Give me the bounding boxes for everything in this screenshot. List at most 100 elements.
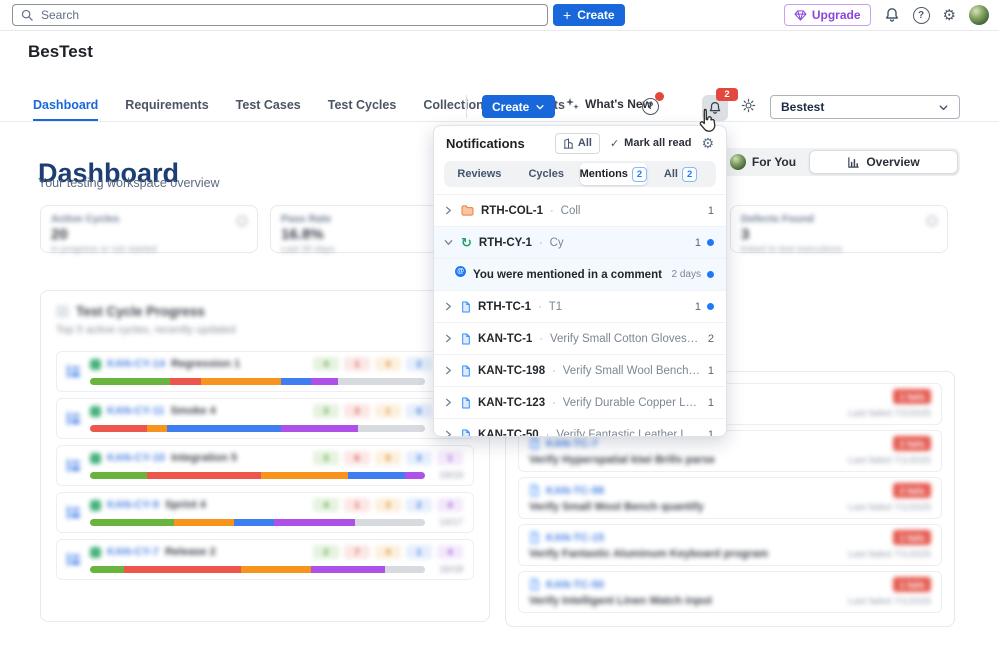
- upgrade-button[interactable]: Upgrade: [784, 4, 871, 26]
- view-toggle: For You Overview: [715, 148, 960, 176]
- failure-row[interactable]: KAN-TC-15 1 fails Verify Fantastic Alumi…: [518, 524, 942, 566]
- cycle-name: Smoke 4: [170, 405, 215, 417]
- mention-notification[interactable]: @ You were mentioned in a comment 2 days: [434, 259, 726, 291]
- chevron-right-icon[interactable]: [444, 334, 454, 343]
- chevron-right-icon[interactable]: [444, 366, 454, 375]
- cycle-icon: [65, 551, 82, 568]
- mark-all-read-button[interactable]: ✓ Mark all read: [610, 137, 691, 150]
- bell-icon[interactable]: [884, 7, 900, 23]
- failure-row[interactable]: KAN-TC-50 1 fails Verify Intelligent Lin…: [518, 571, 942, 613]
- cycle-progress-bar: [90, 425, 425, 432]
- nav-divider: [466, 95, 467, 118]
- plus-icon: +: [563, 8, 571, 22]
- chevron-right-icon[interactable]: [444, 302, 454, 311]
- help-icon[interactable]: ?: [913, 7, 930, 24]
- cycle-name: Release 2: [165, 546, 216, 558]
- chevron-right-icon[interactable]: [444, 398, 454, 407]
- test-case-key-link[interactable]: KAN-TC-98: [546, 485, 604, 497]
- fail-count-badge: 2 fails: [893, 483, 931, 498]
- notif-tab-reviews[interactable]: Reviews: [446, 163, 513, 185]
- cycle-row[interactable]: KAN-CY-7 Release 2 27414 16/18: [56, 539, 474, 580]
- user-avatar[interactable]: [969, 5, 989, 25]
- all-count-chip: 2: [682, 167, 697, 182]
- cycle-status-icon: [90, 453, 101, 464]
- tab-dashboard[interactable]: Dashboard: [33, 92, 98, 121]
- theme-sun-icon[interactable]: [741, 98, 756, 113]
- notif-tab-all[interactable]: All 2: [647, 163, 714, 185]
- notif-tab-mentions[interactable]: Mentions 2: [580, 163, 648, 185]
- cycle-key-link[interactable]: KAN-CY-11: [107, 405, 164, 417]
- failure-row[interactable]: KAN-TC-98 2 fails Verify Small Wool Benc…: [518, 477, 942, 519]
- stat-card[interactable]: Active Cycles 20 in progress or not star…: [40, 205, 258, 253]
- search-icon: [21, 9, 33, 21]
- tab-collections[interactable]: Collections: [423, 92, 490, 121]
- whats-new-button[interactable]: What's New: [565, 97, 652, 111]
- cycle-name: Integration 5: [171, 452, 237, 464]
- notification-count: 1: [708, 365, 714, 377]
- test-case-key-link[interactable]: KAN-TC-50: [546, 579, 604, 591]
- test-case-key-link[interactable]: KAN-TC-15: [546, 532, 604, 544]
- cycle-rows: KAN-CY-14 Regression 1 41421 13/18 KAN-C…: [56, 351, 474, 580]
- test-case-title: Verify Small Wool Bench quantify: [529, 501, 704, 513]
- fail-count-badge: 2 fails: [893, 436, 931, 451]
- search-input[interactable]: [39, 7, 539, 23]
- test-case-title: Verify Fantastic Aluminum Keyboard progr…: [529, 548, 768, 560]
- chevron-right-icon[interactable]: [444, 430, 454, 437]
- upgrade-label: Upgrade: [812, 8, 861, 22]
- cycle-status-icon: [90, 547, 101, 558]
- for-you-avatar: [730, 154, 746, 170]
- nav-create-label: Create: [492, 100, 529, 114]
- cycle-status-icon: [90, 500, 101, 511]
- last-failed-date: Last failed 7/1/2025: [848, 502, 931, 513]
- overview-toggle[interactable]: Overview: [809, 150, 958, 174]
- notification-row[interactable]: KAN-TC-123 · Verify Durable Copper Lamp …: [434, 387, 726, 419]
- cycle-row[interactable]: KAN-CY-14 Regression 1 41421 13/18: [56, 351, 474, 392]
- nav-create-button[interactable]: Create: [482, 95, 555, 118]
- notification-row[interactable]: KAN-TC-50 · Verify Fantastic Leather Lam…: [434, 419, 726, 437]
- cycle-key-link[interactable]: KAN-CY-10: [107, 452, 165, 464]
- create-button[interactable]: + Create: [553, 4, 625, 26]
- cycle-row[interactable]: KAN-CY-10 Integration 5 36531 19/19: [56, 445, 474, 486]
- stat-note: linked to test executions: [741, 244, 937, 255]
- sparkle-icon: [565, 97, 579, 111]
- notifications-scope-button[interactable]: All: [555, 133, 600, 154]
- cycle-row[interactable]: KAN-CY-11 Smoke 4 33164 15/18: [56, 398, 474, 439]
- notification-row[interactable]: RTH-COL-1 · Coll 1: [434, 195, 726, 227]
- notification-row[interactable]: RTH-TC-1 · T1 1: [434, 291, 726, 323]
- notification-count: 1: [708, 205, 714, 217]
- unread-dot: [707, 239, 714, 246]
- nav-help-icon[interactable]: ?: [642, 98, 659, 115]
- mentions-count-chip: 2: [632, 167, 647, 182]
- tab-test-cycles[interactable]: Test Cycles: [328, 92, 397, 121]
- chevron-right-icon[interactable]: [444, 206, 454, 215]
- stat-card[interactable]: Defects Found 3 linked to test execution…: [730, 205, 948, 253]
- settings-gear-icon[interactable]: ⚙: [943, 8, 956, 23]
- cycle-icon: [65, 457, 82, 474]
- notification-row[interactable]: KAN-TC-1 · Verify Small Cotton Gloves qu…: [434, 323, 726, 355]
- search-box[interactable]: [12, 4, 548, 26]
- test-case-icon: [461, 429, 471, 438]
- notification-row[interactable]: ↻ RTH-CY-1 · Cy 1: [434, 227, 726, 259]
- last-failed-date: Last failed 7/2/2025: [848, 408, 931, 419]
- cycle-icon: [65, 410, 82, 427]
- notification-row[interactable]: KAN-TC-198 · Verify Small Wool Bench qua…: [434, 355, 726, 387]
- cycle-progress-bar: [90, 519, 425, 526]
- cycle-progress-bar: [90, 378, 425, 385]
- tab-test-cases[interactable]: Test Cases: [236, 92, 301, 121]
- test-case-key-link[interactable]: KAN-TC-7: [546, 438, 598, 450]
- tab-requirements[interactable]: Requirements: [125, 92, 208, 121]
- cycle-key-link[interactable]: KAN-CY-14: [107, 358, 165, 370]
- stat-value: 20: [51, 226, 247, 243]
- notification-count: 1: [708, 429, 714, 438]
- chevron-down-icon[interactable]: [444, 238, 454, 247]
- fail-count-badge: 1 fails: [893, 530, 931, 545]
- for-you-toggle[interactable]: For You: [717, 154, 809, 170]
- test-case-title: Verify Hyperspatial kiwi Brills parse: [529, 454, 715, 466]
- cycle-row[interactable]: KAN-CY-9 Sprint 4 41324 14/17: [56, 492, 474, 533]
- notification-settings-icon[interactable]: ⚙: [701, 136, 714, 150]
- notif-tab-cycles[interactable]: Cycles: [513, 163, 580, 185]
- project-selector[interactable]: Bestest: [770, 95, 960, 119]
- project-nav: Dashboard Requirements Test Cases Test C…: [0, 92, 999, 122]
- cycle-key-link[interactable]: KAN-CY-7: [107, 546, 159, 558]
- cycle-key-link[interactable]: KAN-CY-9: [107, 499, 159, 511]
